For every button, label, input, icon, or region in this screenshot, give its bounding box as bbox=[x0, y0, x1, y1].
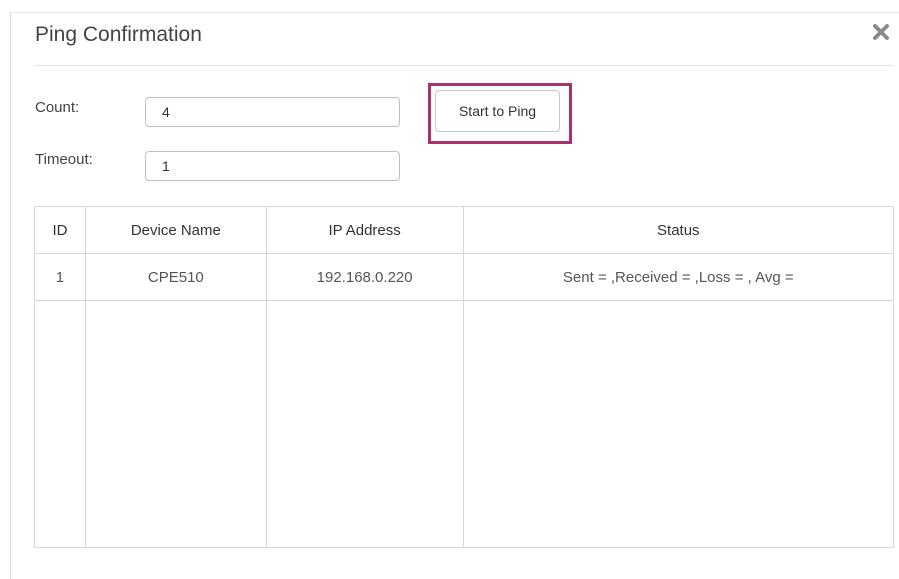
table-header-row: ID Device Name IP Address Status bbox=[34, 206, 895, 254]
table-empty-area bbox=[34, 300, 895, 548]
header-device-name: Device Name bbox=[84, 206, 267, 254]
dialog-title: Ping Confirmation bbox=[35, 23, 202, 46]
header-status: Status bbox=[462, 206, 895, 254]
close-icon[interactable] bbox=[871, 22, 891, 42]
empty-cell bbox=[84, 300, 267, 548]
title-divider bbox=[34, 65, 894, 66]
cell-status: Sent = ,Received = ,Loss = , Avg = bbox=[462, 253, 895, 301]
ping-results-table: ID Device Name IP Address Status 1 CPE51… bbox=[34, 206, 895, 548]
header-id: ID bbox=[34, 206, 86, 254]
empty-cell bbox=[462, 300, 895, 548]
count-input[interactable] bbox=[145, 97, 400, 127]
cell-device-name: CPE510 bbox=[84, 253, 267, 301]
timeout-label: Timeout: bbox=[35, 151, 93, 168]
timeout-input[interactable] bbox=[145, 151, 400, 181]
empty-cell bbox=[265, 300, 464, 548]
start-to-ping-button[interactable]: Start to Ping bbox=[435, 90, 560, 132]
empty-cell bbox=[34, 300, 86, 548]
count-label: Count: bbox=[35, 99, 80, 116]
ping-confirmation-dialog: Ping Confirmation Count: Timeout: Start … bbox=[10, 12, 899, 579]
header-ip-address: IP Address bbox=[265, 206, 464, 254]
table-row: 1 CPE510 192.168.0.220 Sent = ,Received … bbox=[34, 253, 895, 301]
cell-id: 1 bbox=[34, 253, 86, 301]
cell-ip-address: 192.168.0.220 bbox=[265, 253, 464, 301]
